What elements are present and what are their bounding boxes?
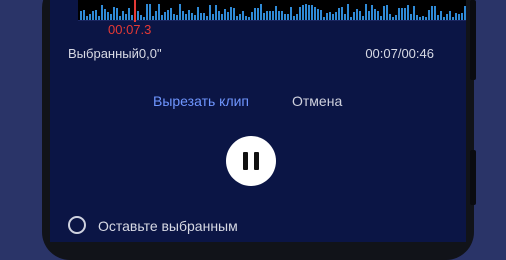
waveform-bar bbox=[200, 13, 202, 20]
waveform-bar bbox=[278, 11, 280, 20]
waveform-bar bbox=[383, 6, 385, 20]
waveform-bar bbox=[233, 8, 235, 20]
waveform-bar bbox=[167, 10, 169, 20]
waveform-bar bbox=[281, 11, 283, 20]
waveform-bar bbox=[365, 4, 367, 20]
audio-waveform[interactable] bbox=[78, 0, 466, 20]
waveform-bar bbox=[302, 5, 304, 20]
waveform-bar bbox=[434, 6, 436, 20]
waveform-bar bbox=[116, 8, 118, 20]
keep-selected-label: Оставьте выбранным bbox=[98, 218, 238, 234]
waveform-divider bbox=[78, 20, 466, 21]
waveform-bar bbox=[263, 13, 265, 20]
waveform-bar bbox=[305, 4, 307, 20]
waveform-bar bbox=[269, 11, 271, 20]
waveform-bar bbox=[308, 5, 310, 20]
waveform-bar bbox=[146, 4, 148, 20]
waveform-bar bbox=[164, 12, 166, 20]
waveform-bar bbox=[170, 8, 172, 20]
waveform-bar bbox=[266, 11, 268, 20]
waveform-bar bbox=[215, 5, 217, 20]
waveform-bar bbox=[386, 5, 388, 20]
waveform-bar bbox=[158, 4, 160, 20]
waveform-bar bbox=[371, 5, 373, 20]
waveform-bar bbox=[80, 11, 82, 20]
cancel-button[interactable]: Отмена bbox=[292, 93, 342, 109]
waveform-bar bbox=[242, 11, 244, 20]
waveform-bar bbox=[431, 6, 433, 20]
waveform-bar bbox=[374, 9, 376, 20]
waveform-bar bbox=[377, 11, 379, 20]
waveform-bar bbox=[113, 7, 115, 20]
pause-button[interactable] bbox=[226, 136, 276, 186]
waveform-bar bbox=[122, 11, 124, 20]
waveform-bar bbox=[338, 8, 340, 20]
waveform-bar bbox=[272, 11, 274, 20]
waveform-bar bbox=[224, 9, 226, 20]
waveform-bar bbox=[203, 13, 205, 20]
waveform-bar bbox=[182, 11, 184, 20]
waveform-bar bbox=[299, 7, 301, 20]
waveform-bar bbox=[359, 11, 361, 20]
waveform-bar bbox=[311, 5, 313, 20]
waveform-bar bbox=[404, 8, 406, 20]
waveform-bar bbox=[197, 7, 199, 20]
waveform-bar bbox=[227, 12, 229, 20]
waveform-bar bbox=[449, 11, 451, 20]
waveform-bar bbox=[209, 5, 211, 20]
waveform-bar bbox=[95, 10, 97, 20]
waveform-bar bbox=[104, 9, 106, 20]
waveform-bar bbox=[314, 7, 316, 20]
waveform-bar bbox=[137, 11, 139, 20]
radio-unchecked-icon[interactable] bbox=[68, 216, 86, 234]
phone-power-button bbox=[470, 150, 476, 205]
waveform-bar bbox=[461, 13, 463, 20]
waveform-bar bbox=[290, 7, 292, 20]
waveform-bar bbox=[347, 4, 349, 20]
waveform-bar bbox=[230, 7, 232, 20]
waveform-bar bbox=[257, 8, 259, 20]
waveform-bar bbox=[335, 12, 337, 20]
waveform-bar bbox=[179, 4, 181, 20]
waveform-bar bbox=[440, 11, 442, 20]
waveform-bar bbox=[317, 9, 319, 20]
waveform-bar bbox=[128, 8, 130, 20]
waveform-bar bbox=[83, 10, 85, 20]
waveform-bar bbox=[92, 11, 94, 20]
waveform-bar bbox=[341, 7, 343, 20]
playhead[interactable] bbox=[134, 0, 136, 22]
waveform-bar bbox=[155, 11, 157, 20]
waveform-bar bbox=[326, 13, 328, 20]
waveform-bar bbox=[428, 10, 430, 20]
waveform-bar bbox=[455, 13, 457, 20]
phone-volume-button bbox=[470, 0, 476, 80]
waveform-bar bbox=[251, 12, 253, 20]
waveform-bar bbox=[101, 5, 103, 20]
waveform-bar bbox=[401, 8, 403, 20]
waveform-bar bbox=[254, 8, 256, 20]
waveform-bar bbox=[191, 13, 193, 20]
waveform-bar bbox=[107, 12, 109, 20]
waveform-bar bbox=[353, 12, 355, 20]
waveform-bar bbox=[398, 8, 400, 20]
waveform-bar bbox=[356, 9, 358, 20]
waveform-bar bbox=[407, 5, 409, 20]
waveform-bar bbox=[368, 11, 370, 20]
playback-position: 00:07/00:46 bbox=[365, 46, 434, 61]
editor-screen: 00:07.3 Выбранный0,0" 00:07/00:46 Выреза… bbox=[50, 0, 466, 242]
waveform-bar bbox=[149, 4, 151, 20]
waveform-bar bbox=[320, 10, 322, 20]
waveform-bar bbox=[188, 10, 190, 20]
waveform-bar bbox=[260, 4, 262, 20]
waveform-bar bbox=[329, 12, 331, 20]
selection-duration: Выбранный0,0" bbox=[68, 46, 162, 61]
playhead-time: 00:07.3 bbox=[108, 22, 152, 37]
waveform-bar bbox=[218, 11, 220, 20]
waveform-bar bbox=[464, 6, 466, 20]
cut-clip-button[interactable]: Вырезать клип bbox=[153, 93, 249, 109]
waveform-bar bbox=[413, 6, 415, 20]
waveform-bar bbox=[275, 6, 277, 20]
